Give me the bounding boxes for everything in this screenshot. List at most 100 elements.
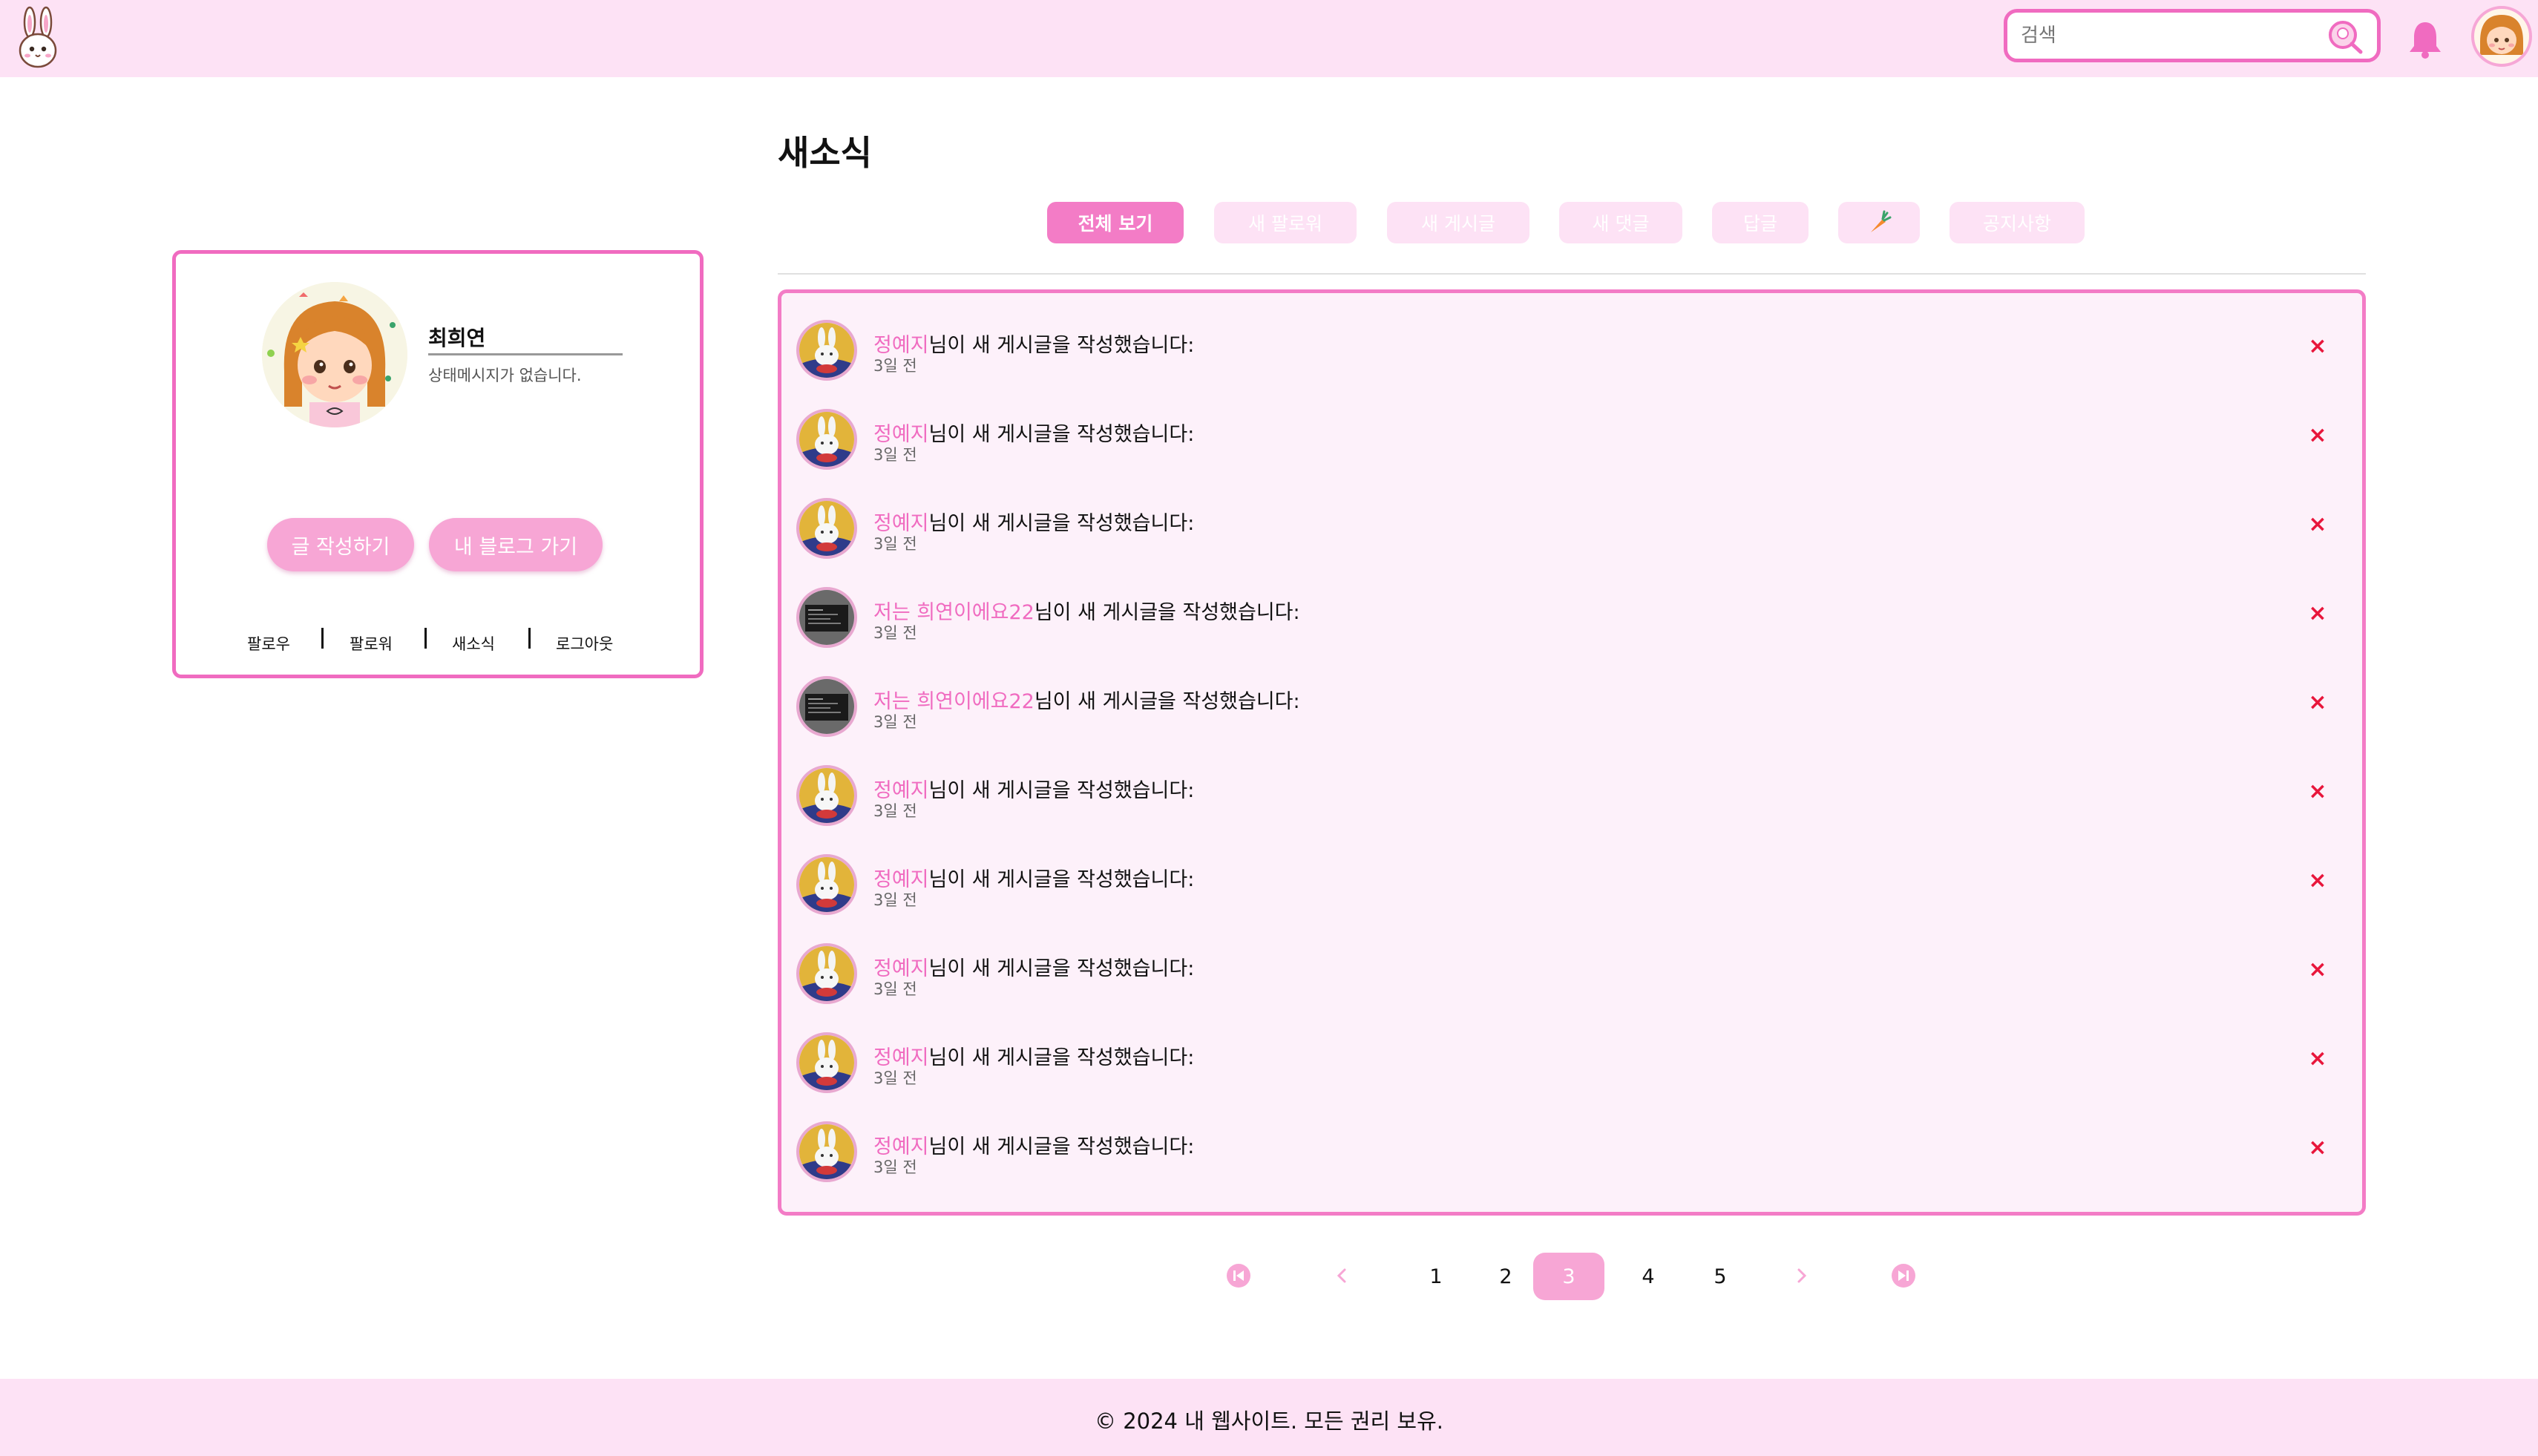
notification-avatar[interactable] xyxy=(796,943,857,1004)
tab-replies[interactable]: 답글 xyxy=(1712,202,1809,243)
notification-text: 정예지님이 새 게시글을 작성했습니다: xyxy=(873,418,1194,447)
bunny-avatar-icon xyxy=(799,857,854,912)
notification-avatar[interactable] xyxy=(796,587,857,648)
profile-links: 팔로우 팔로워 새소식 로그아웃 xyxy=(176,626,700,656)
notification-avatar[interactable] xyxy=(796,854,857,915)
bunny-logo-icon[interactable] xyxy=(15,6,61,71)
notification-row[interactable]: 정예지님이 새 게시글을 작성했습니다: 3일 전 × xyxy=(796,762,2347,829)
user-avatar[interactable] xyxy=(2471,6,2532,67)
notification-text: 저는 희연이에요22님이 새 게시글을 작성했습니다: xyxy=(873,596,1300,625)
carrot-icon xyxy=(1871,210,1892,232)
page-4[interactable]: 4 xyxy=(1615,1253,1682,1300)
search-input[interactable] xyxy=(2021,13,2318,59)
tab-new-posts[interactable]: 새 게시글 xyxy=(1387,202,1529,243)
first-page-icon[interactable] xyxy=(1226,1263,1251,1288)
girl-avatar-icon xyxy=(2480,15,2523,55)
notification-row[interactable]: 정예지님이 새 게시글을 작성했습니다: 3일 전 × xyxy=(796,317,2347,384)
tab-new-comments[interactable]: 새 댓글 xyxy=(1559,202,1682,243)
write-post-button[interactable]: 글 작성하기 xyxy=(267,518,414,571)
profile-card: 최희연 상태메시지가 없습니다. 글 작성하기 내 블로그 가기 팔로우 팔로워… xyxy=(172,250,704,678)
notification-time: 3일 전 xyxy=(873,1069,917,1087)
notification-row[interactable]: 정예지님이 새 게시글을 작성했습니다: 3일 전 × xyxy=(796,1118,2347,1185)
notification-message: 님이 새 게시글을 작성했습니다: xyxy=(928,423,1195,446)
notification-text: 정예지님이 새 게시글을 작성했습니다: xyxy=(873,507,1194,536)
notification-avatar[interactable] xyxy=(796,765,857,826)
notification-avatar[interactable] xyxy=(796,676,857,737)
tabs-divider xyxy=(778,273,2366,275)
notification-time: 3일 전 xyxy=(873,446,917,464)
notification-avatar[interactable] xyxy=(796,1121,857,1182)
link-follow[interactable]: 팔로우 xyxy=(247,632,290,655)
name-divider xyxy=(428,353,623,355)
bell-icon[interactable] xyxy=(2407,19,2444,59)
bunny-avatar-icon xyxy=(799,412,854,467)
top-navbar xyxy=(0,0,2538,77)
delete-notification-button[interactable]: × xyxy=(2303,1133,2332,1163)
link-followers[interactable]: 팔로워 xyxy=(350,632,393,655)
page-3[interactable]: 3 xyxy=(1533,1253,1604,1300)
tab-all[interactable]: 전체 보기 xyxy=(1047,202,1184,243)
notification-avatar[interactable] xyxy=(796,409,857,470)
link-separator xyxy=(528,628,531,649)
profile-avatar xyxy=(262,282,407,427)
my-blog-button[interactable]: 내 블로그 가기 xyxy=(429,518,603,571)
notification-row[interactable]: 정예지님이 새 게시글을 작성했습니다: 3일 전 × xyxy=(796,1029,2347,1096)
last-page-icon[interactable] xyxy=(1891,1263,1916,1288)
notification-row[interactable]: 저는 희연이에요22님이 새 게시글을 작성했습니다: 3일 전 × xyxy=(796,673,2347,740)
next-page-icon[interactable] xyxy=(1788,1263,1814,1288)
notification-text: 정예지님이 새 게시글을 작성했습니다: xyxy=(873,329,1194,358)
tab-carrot[interactable] xyxy=(1838,202,1920,243)
prev-page-icon[interactable] xyxy=(1330,1263,1355,1288)
notification-text: 정예지님이 새 게시글을 작성했습니다: xyxy=(873,1041,1194,1070)
footer-copyright: © 2024 내 웹사이트. 모든 권리 보유. xyxy=(1094,1409,1444,1434)
profile-name: 최희연 xyxy=(428,326,486,350)
bunny-avatar-icon xyxy=(799,946,854,1001)
notification-message: 님이 새 게시글을 작성했습니다: xyxy=(928,512,1195,535)
page-1[interactable]: 1 xyxy=(1403,1253,1469,1300)
notification-text: 정예지님이 새 게시글을 작성했습니다: xyxy=(873,863,1194,892)
notification-message: 님이 새 게시글을 작성했습니다: xyxy=(928,957,1195,980)
girl-avatar-icon xyxy=(262,282,407,427)
link-separator xyxy=(424,628,427,649)
delete-notification-button[interactable]: × xyxy=(2303,332,2332,361)
notification-avatar[interactable] xyxy=(796,498,857,559)
pagination: 1 2 3 4 5 xyxy=(1202,1247,1944,1306)
delete-notification-button[interactable]: × xyxy=(2303,599,2332,629)
notification-row[interactable]: 저는 희연이에요22님이 새 게시글을 작성했습니다: 3일 전 × xyxy=(796,584,2347,651)
notification-row[interactable]: 정예지님이 새 게시글을 작성했습니다: 3일 전 × xyxy=(796,851,2347,918)
link-news[interactable]: 새소식 xyxy=(452,632,495,655)
notification-avatar[interactable] xyxy=(796,1032,857,1093)
delete-notification-button[interactable]: × xyxy=(2303,777,2332,807)
delete-notification-button[interactable]: × xyxy=(2303,510,2332,540)
notification-message: 님이 새 게시글을 작성했습니다: xyxy=(928,1046,1195,1069)
delete-notification-button[interactable]: × xyxy=(2303,955,2332,985)
notification-time: 3일 전 xyxy=(873,535,917,553)
delete-notification-button[interactable]: × xyxy=(2303,688,2332,718)
delete-notification-button[interactable]: × xyxy=(2303,1044,2332,1074)
notification-message: 님이 새 게시글을 작성했습니다: xyxy=(928,868,1195,891)
notification-time: 3일 전 xyxy=(873,891,917,909)
notification-message: 님이 새 게시글을 작성했습니다: xyxy=(928,1135,1195,1158)
footer: © 2024 내 웹사이트. 모든 권리 보유. xyxy=(0,1379,2538,1456)
link-logout[interactable]: 로그아웃 xyxy=(556,632,613,655)
search-box xyxy=(2004,9,2381,62)
notification-avatar[interactable] xyxy=(796,320,857,381)
page-2[interactable]: 2 xyxy=(1472,1253,1539,1300)
bunny-avatar-icon xyxy=(799,501,854,556)
notification-row[interactable]: 정예지님이 새 게시글을 작성했습니다: 3일 전 × xyxy=(796,495,2347,562)
notification-time: 3일 전 xyxy=(873,980,917,998)
notification-time: 3일 전 xyxy=(873,713,917,731)
tab-new-followers[interactable]: 새 팔로워 xyxy=(1214,202,1357,243)
notification-text: 정예지님이 새 게시글을 작성했습니다: xyxy=(873,1130,1194,1159)
notification-row[interactable]: 정예지님이 새 게시글을 작성했습니다: 3일 전 × xyxy=(796,940,2347,1007)
bunny-avatar-icon xyxy=(799,768,854,823)
bunny-avatar-icon xyxy=(799,1124,854,1179)
tab-notices[interactable]: 공지사항 xyxy=(1950,202,2085,243)
delete-notification-button[interactable]: × xyxy=(2303,866,2332,896)
search-icon[interactable] xyxy=(2326,19,2364,54)
delete-notification-button[interactable]: × xyxy=(2303,421,2332,450)
screen-avatar-icon xyxy=(799,590,854,645)
notification-row[interactable]: 정예지님이 새 게시글을 작성했습니다: 3일 전 × xyxy=(796,406,2347,473)
profile-status: 상태메시지가 없습니다. xyxy=(428,367,582,384)
page-5[interactable]: 5 xyxy=(1687,1253,1754,1300)
